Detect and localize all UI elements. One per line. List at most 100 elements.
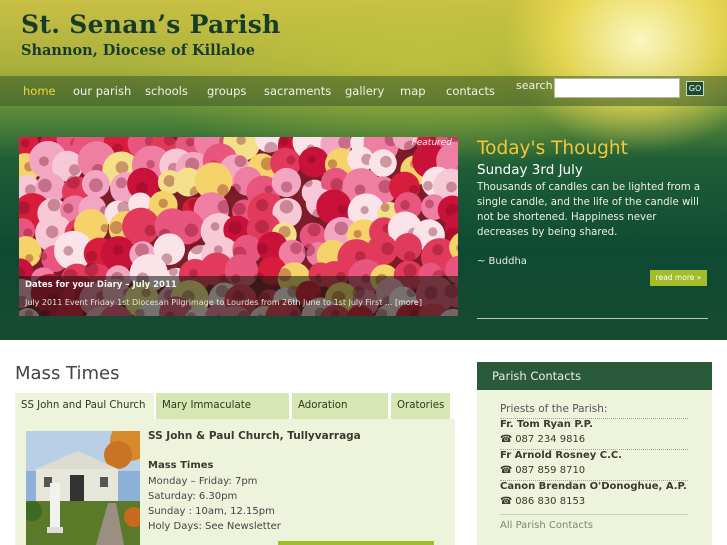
rose-center: [380, 203, 390, 212]
rose-center: [360, 206, 369, 215]
rose-center: [307, 223, 321, 237]
featured-excerpt-text: July 2011 Event Friday 1st Diocesan Pilg…: [25, 298, 393, 307]
featured-slideshow[interactable]: Featured Dates for your Diary – July 201…: [19, 137, 458, 316]
nav-sacraments[interactable]: sacraments: [264, 84, 331, 98]
contact-phone-number: 087 859 8710: [515, 465, 586, 476]
featured-caption: Dates for your Diary – July 2011 July 20…: [19, 276, 458, 316]
rose-center: [280, 181, 293, 193]
divider: [500, 514, 688, 515]
telephone-icon: ☎: [500, 496, 513, 507]
rose-center: [327, 159, 338, 169]
rose-center: [116, 177, 127, 189]
rose-center: [39, 252, 48, 261]
rose-center: [424, 199, 434, 209]
rose-center: [115, 161, 129, 174]
parish-contacts-heading: Parish Contacts: [477, 362, 712, 390]
mass-line-holy-days: Holy Days: See Newsletter: [148, 521, 281, 532]
rose-center: [39, 156, 49, 167]
rose-center: [146, 160, 155, 169]
rose-center: [189, 241, 204, 255]
thought-text: Thousands of candles can be lighted from…: [477, 182, 701, 238]
mass-times-title: Mass Times: [15, 363, 120, 384]
rose-center: [302, 244, 315, 257]
telephone-icon: ☎: [500, 434, 513, 445]
rose-center: [38, 178, 52, 193]
featured-tag: Featured: [411, 138, 452, 148]
rose-center: [381, 242, 394, 255]
mass-line-saturday: Saturday: 6.30pm: [148, 491, 238, 502]
rose-center: [168, 267, 178, 277]
rose-center: [163, 175, 176, 187]
nav-map[interactable]: map: [400, 84, 426, 98]
site-title[interactable]: St. Senan’s Parish: [21, 10, 281, 39]
rose-center: [334, 221, 349, 236]
rose-center: [228, 220, 242, 235]
rose-center: [68, 164, 81, 176]
rose-center: [184, 223, 199, 237]
mass-line-sunday: Sunday : 10am, 12.15pm: [148, 506, 275, 517]
nav-contacts[interactable]: contacts: [446, 84, 495, 98]
mass-line-weekday: Monday – Friday: 7pm: [148, 476, 258, 487]
rose-center: [20, 138, 30, 148]
tab-mary-immaculate[interactable]: Mary Immaculate Church: [156, 393, 289, 437]
featured-title[interactable]: Dates for your Diary – July 2011: [25, 280, 452, 290]
rose-center: [23, 228, 33, 238]
divider: [477, 318, 708, 319]
rose-center: [45, 225, 59, 239]
rose-center: [86, 250, 98, 262]
rose-center: [380, 155, 392, 168]
tab-adoration-chapel[interactable]: Adoration Chapel: [292, 393, 388, 437]
contact-name: Fr Arnold Rosney C.C.: [500, 450, 623, 461]
rose-center: [185, 138, 195, 147]
church-name: SS John & Paul Church, Tullyvarraga: [148, 430, 361, 442]
rose-center: [353, 229, 362, 239]
contact-phone: ☎ 087 234 9816: [500, 434, 585, 445]
rose-center: [257, 243, 268, 255]
rose-center: [264, 185, 273, 194]
rose-center: [136, 182, 148, 195]
contact-phone: ☎ 086 830 8153: [500, 496, 585, 507]
rose-center: [233, 202, 246, 216]
mass-times-button-bar[interactable]: [278, 541, 434, 545]
rose-center: [255, 219, 269, 234]
rose-center: [109, 221, 123, 234]
rose-center: [63, 203, 74, 214]
rose-center: [303, 178, 313, 188]
rose-center: [66, 175, 80, 189]
featured-more-link[interactable]: [more]: [395, 298, 422, 307]
nav-groups[interactable]: groups: [207, 84, 246, 98]
rose-center: [217, 199, 231, 214]
mass-times-subheading: Mass Times: [148, 460, 214, 471]
contact-phone-number: 086 830 8153: [515, 496, 586, 507]
nav-home[interactable]: home: [23, 84, 56, 98]
priests-label: Priests of the Parish:: [500, 403, 608, 415]
contact-phone: ☎ 087 859 8710: [500, 465, 585, 476]
search-input[interactable]: [554, 78, 680, 98]
rose-center: [290, 242, 303, 254]
featured-excerpt: July 2011 Event Friday 1st Diocesan Pilg…: [25, 298, 452, 307]
rose-center: [256, 199, 269, 212]
rose-center: [47, 198, 61, 212]
all-parish-contacts-link[interactable]: All Parish Contacts: [500, 520, 593, 531]
nav-gallery[interactable]: gallery: [345, 84, 384, 98]
rose-center: [88, 178, 103, 193]
search-go-button[interactable]: GO: [686, 81, 704, 96]
contact-phone-number: 087 234 9816: [515, 434, 586, 445]
telephone-icon: ☎: [500, 465, 513, 476]
thought-author: ~ Buddha: [477, 256, 527, 267]
nav-our-parish[interactable]: our parish: [73, 84, 131, 98]
rose-center: [330, 178, 344, 192]
rose-center: [113, 244, 124, 256]
rose-center: [84, 262, 99, 277]
read-more-button[interactable]: read more »: [650, 270, 707, 286]
search-label: search:: [516, 79, 557, 92]
tab-oratories[interactable]: Oratories: [391, 393, 450, 419]
contact-name: Canon Brendan O'Donoghue, A.P.: [500, 481, 687, 492]
rose-center: [400, 200, 410, 210]
rose-center: [428, 227, 438, 237]
church-photo: [26, 431, 140, 545]
tab-ss-john-paul[interactable]: SS John and Paul Church: [15, 393, 154, 419]
nav-schools[interactable]: schools: [145, 84, 188, 98]
site-subtitle: Shannon, Diocese of Killaloe: [21, 42, 255, 59]
rose-center: [446, 181, 457, 193]
